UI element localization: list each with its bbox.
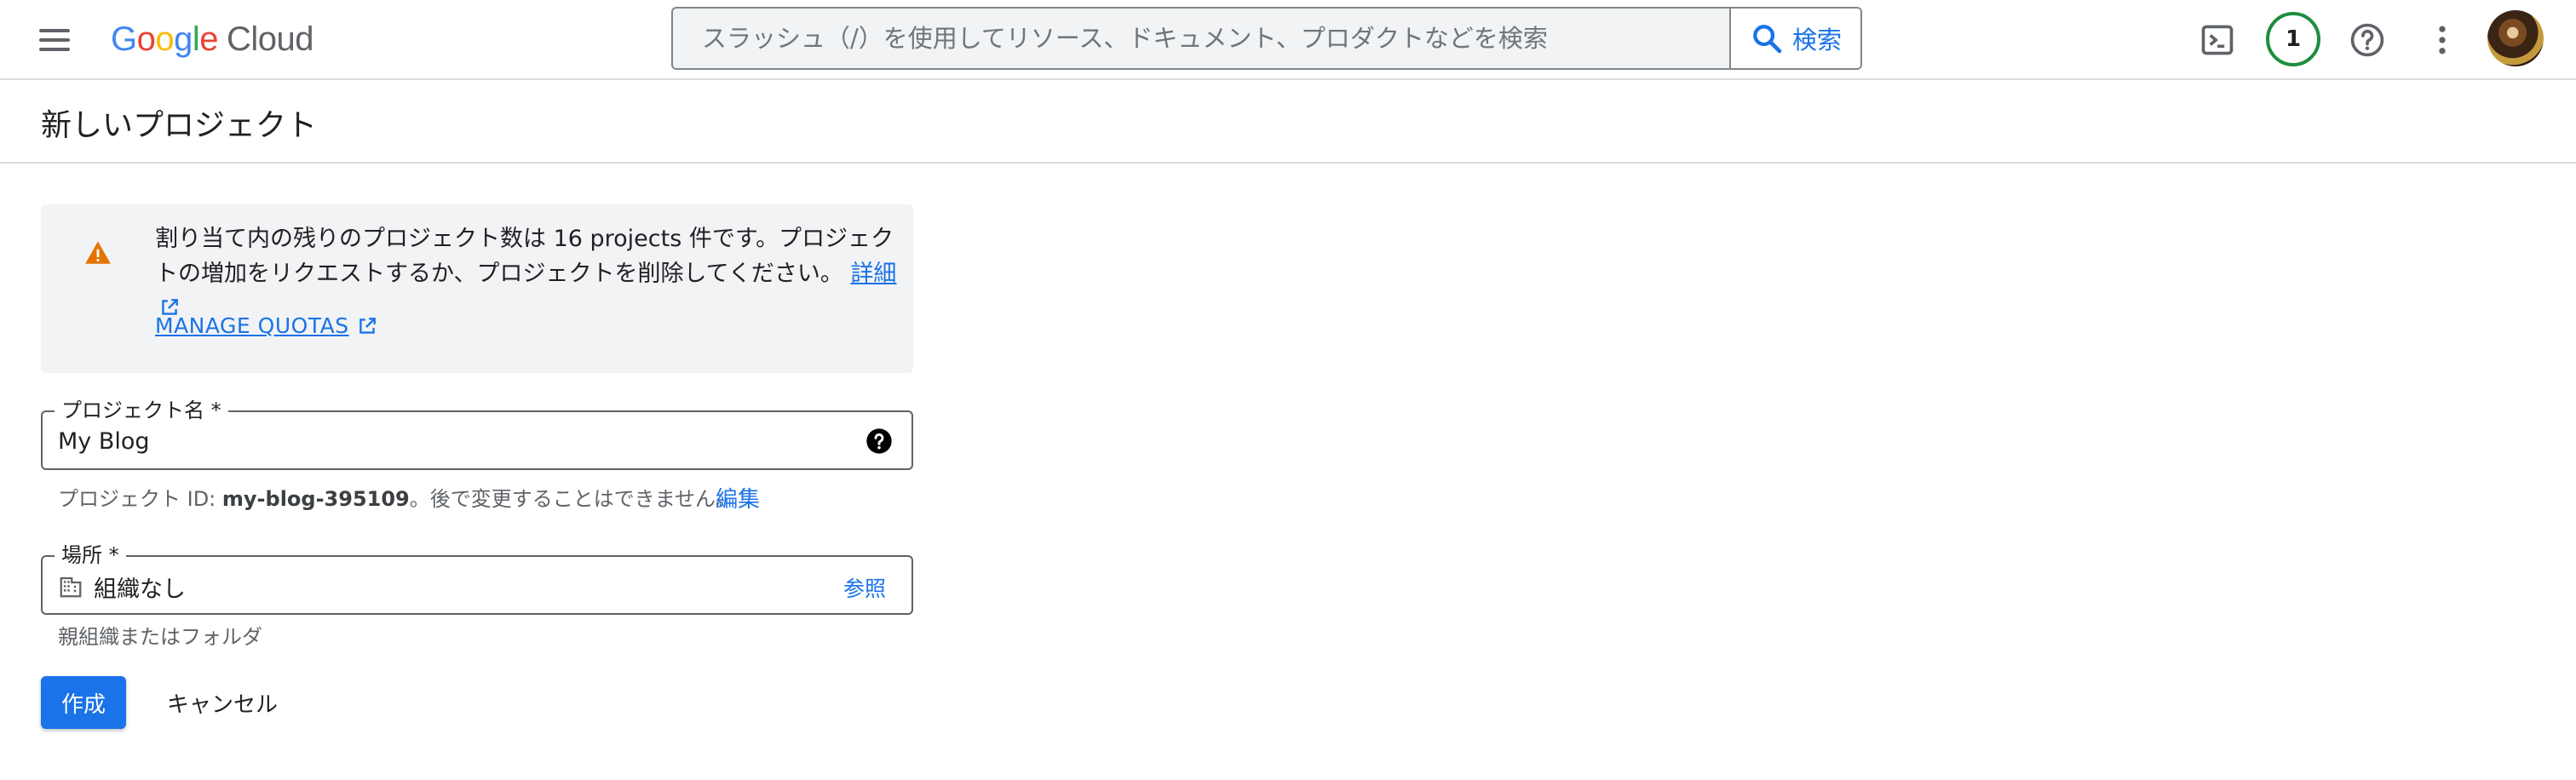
search-button[interactable]: 検索 xyxy=(1729,9,1860,68)
search-button-label: 検索 xyxy=(1791,26,1842,54)
search-icon xyxy=(1753,25,1782,54)
project-id-hint: プロジェクト ID: my-blog-395109。後で変更することはできません… xyxy=(58,482,736,512)
notification-count: 1 xyxy=(2285,26,2302,52)
project-id-value: my-blog-395109 xyxy=(221,487,410,511)
location-hint: 親組織またはフォルダ xyxy=(58,625,262,649)
quota-alert-message: 割り当て内の残りのプロジェクト数は 16 projects 件です。プロジェクト… xyxy=(155,226,894,287)
location-value: 組織なし xyxy=(94,576,186,603)
search-input[interactable] xyxy=(673,9,1729,68)
page-title: 新しいプロジェクト xyxy=(41,108,318,143)
logo-letter: o xyxy=(136,20,156,58)
quota-alert: 割り当て内の残りのプロジェクト数は 16 projects 件です。プロジェクト… xyxy=(41,204,913,373)
create-button[interactable]: 作成 xyxy=(41,676,126,729)
help-circle-icon[interactable] xyxy=(865,427,893,455)
logo-letter: o xyxy=(155,20,175,58)
logo-letter: e xyxy=(199,20,219,58)
logo-letter: G xyxy=(111,20,137,58)
hamburger-menu-icon[interactable] xyxy=(39,22,75,58)
cloud-wordmark: Cloud xyxy=(227,20,314,58)
manage-quotas-link[interactable]: MANAGE QUOTAS xyxy=(155,313,378,338)
help-icon xyxy=(2350,23,2384,57)
organization-icon xyxy=(60,576,82,598)
google-cloud-logo[interactable]: Google Cloud xyxy=(111,15,314,63)
manage-quotas-label: MANAGE QUOTAS xyxy=(155,313,349,338)
project-id-prefix: プロジェクト ID: xyxy=(58,487,222,511)
project-name-label: プロジェクト名 * xyxy=(55,399,228,422)
help-button[interactable] xyxy=(2346,19,2389,61)
details-link[interactable]: 詳細 xyxy=(850,261,896,287)
project-id-suffix: 。後で変更することはできません。 xyxy=(409,487,737,511)
page-header: 新しいプロジェクト xyxy=(0,82,2576,163)
external-link-icon xyxy=(359,317,376,334)
cloud-shell-button[interactable] xyxy=(2196,19,2239,61)
more-options-button[interactable] xyxy=(2421,19,2464,61)
cloud-shell-icon xyxy=(2201,25,2234,55)
search-bar: 検索 xyxy=(671,7,1862,70)
top-app-bar: Google Cloud 検索 1 xyxy=(0,0,2576,80)
google-wordmark: Google xyxy=(111,20,219,59)
location-label: 場所 * xyxy=(55,543,126,567)
more-vert-icon xyxy=(2439,26,2446,54)
quota-alert-text: 割り当て内の残りのプロジェクト数は 16 projects 件です。プロジェクト… xyxy=(155,221,905,326)
project-name-input[interactable] xyxy=(58,424,842,458)
edit-project-id-link[interactable]: 編集 xyxy=(716,482,760,513)
browse-location-link[interactable]: 参照 xyxy=(843,572,886,603)
project-name-field: プロジェクト名 * xyxy=(41,399,913,470)
location-field[interactable]: 場所 * 組織なし 参照 xyxy=(41,543,913,615)
notifications-badge[interactable]: 1 xyxy=(2266,12,2320,66)
logo-letter: l xyxy=(192,20,200,58)
logo-letter: g xyxy=(174,20,193,58)
account-avatar[interactable] xyxy=(2487,10,2544,66)
warning-icon xyxy=(85,241,111,264)
cancel-button[interactable]: キャンセル xyxy=(150,676,295,729)
